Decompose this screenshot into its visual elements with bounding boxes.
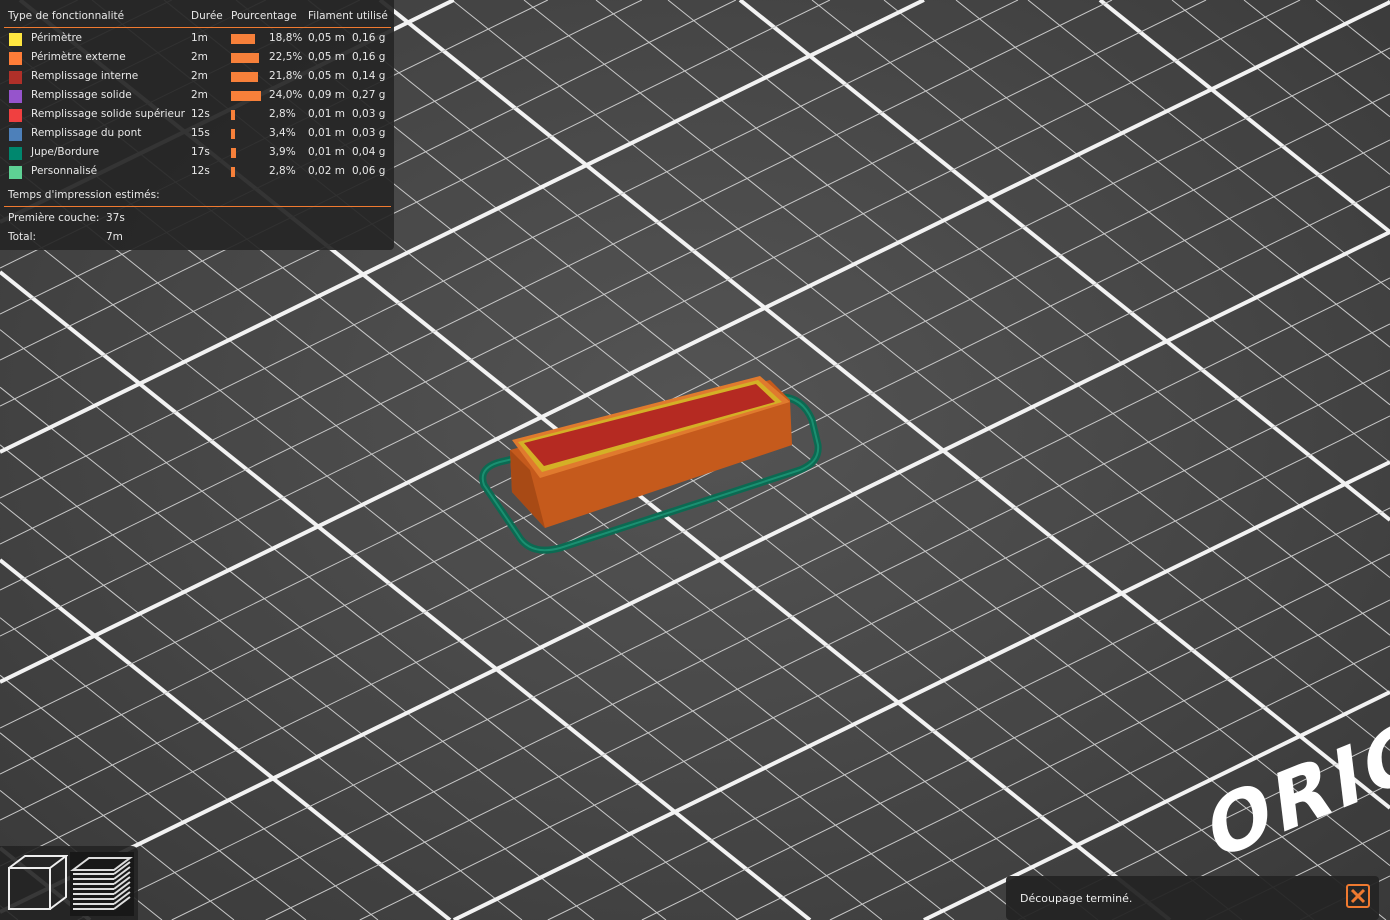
legend-row: Périmètre 1m 18,8% 0,05 m 0,16 g xyxy=(0,32,394,51)
layers-icon xyxy=(70,857,133,910)
legend-row: Remplissage solide 2m 24,0% 0,09 m 0,27 … xyxy=(0,89,394,108)
filament-length: 0,01 m xyxy=(308,146,345,158)
percentage: 18,8% xyxy=(269,32,303,44)
legend-row: Personnalisé 12s 2,8% 0,02 m 0,06 g xyxy=(0,165,394,184)
estimated-divider xyxy=(4,206,391,207)
feature-label: Périmètre externe xyxy=(31,51,126,63)
color-swatch xyxy=(9,52,22,65)
percentage: 2,8% xyxy=(269,165,296,177)
filament-weight: 0,03 g xyxy=(352,127,386,139)
percentage-bar xyxy=(231,167,235,177)
header-type: Type de fonctionnalité xyxy=(8,10,125,22)
close-notification-button[interactable] xyxy=(1346,884,1370,908)
filament-length: 0,05 m xyxy=(308,70,345,82)
feature-label: Périmètre xyxy=(31,32,83,44)
legend-row: Jupe/Bordure 17s 3,9% 0,01 m 0,04 g xyxy=(0,146,394,165)
feature-label: Remplissage solide xyxy=(31,89,132,101)
color-swatch xyxy=(9,166,22,179)
notification-toast: Découpage terminé. xyxy=(1006,876,1379,920)
header-duration: Durée xyxy=(191,10,223,22)
color-swatch xyxy=(9,33,22,46)
color-swatch xyxy=(9,147,22,160)
duration: 12s xyxy=(191,108,210,120)
filament-length: 0,09 m xyxy=(308,89,345,101)
filament-length: 0,01 m xyxy=(308,108,345,120)
percentage-bar xyxy=(231,148,236,158)
filament-weight: 0,04 g xyxy=(352,146,386,158)
first-layer-label: Première couche: xyxy=(8,212,100,224)
percentage: 21,8% xyxy=(269,70,303,82)
duration: 2m xyxy=(191,89,208,101)
header-percentage: Pourcentage xyxy=(231,10,297,22)
filament-weight: 0,03 g xyxy=(352,108,386,120)
percentage: 22,5% xyxy=(269,51,303,63)
view-toggle-bar xyxy=(0,846,138,920)
total-value: 7m xyxy=(106,231,123,243)
duration: 12s xyxy=(191,165,210,177)
header-filament: Filament utilisé xyxy=(308,10,388,22)
percentage-bar xyxy=(231,72,259,82)
duration: 1m xyxy=(191,32,208,44)
percentage: 2,8% xyxy=(269,108,296,120)
feature-label: Personnalisé xyxy=(31,165,98,177)
notification-message: Découpage terminé. xyxy=(1020,892,1133,905)
feature-label: Remplissage solide supérieur xyxy=(31,108,185,120)
color-swatch xyxy=(9,90,22,103)
percentage-bar xyxy=(231,53,260,63)
feature-label: Jupe/Bordure xyxy=(31,146,100,158)
first-layer-value: 37s xyxy=(106,212,125,224)
filament-weight: 0,06 g xyxy=(352,165,386,177)
estimated-times-title: Temps d'impression estimés: xyxy=(8,189,160,201)
percentage-bar xyxy=(231,129,236,139)
color-swatch xyxy=(9,71,22,84)
percentage-bar xyxy=(231,110,235,120)
filament-weight: 0,16 g xyxy=(352,51,386,63)
filament-length: 0,05 m xyxy=(308,32,345,44)
total-label: Total: xyxy=(8,231,37,243)
duration: 2m xyxy=(191,51,208,63)
duration: 17s xyxy=(191,146,210,158)
filament-weight: 0,14 g xyxy=(352,70,386,82)
feature-label: Remplissage interne xyxy=(31,70,139,82)
legend-row: Remplissage interne 2m 21,8% 0,05 m 0,14… xyxy=(0,70,394,89)
percentage-bar xyxy=(231,34,255,44)
duration: 15s xyxy=(191,127,210,139)
duration: 2m xyxy=(191,70,208,82)
legend-panel: Type de fonctionnalité Durée Pourcentage… xyxy=(0,0,394,250)
legend-row: Remplissage solide supérieur 12s 2,8% 0,… xyxy=(0,108,394,127)
close-icon xyxy=(1350,888,1366,904)
header-divider xyxy=(4,27,391,28)
filament-length: 0,01 m xyxy=(308,127,345,139)
percentage: 3,9% xyxy=(269,146,296,158)
3d-view-button[interactable] xyxy=(6,854,68,916)
cube-icon xyxy=(8,855,68,910)
filament-weight: 0,27 g xyxy=(352,89,386,101)
filament-length: 0,02 m xyxy=(308,165,345,177)
color-swatch xyxy=(9,128,22,141)
filament-weight: 0,16 g xyxy=(352,32,386,44)
feature-label: Remplissage du pont xyxy=(31,127,142,139)
filament-length: 0,05 m xyxy=(308,51,345,63)
color-swatch xyxy=(9,109,22,122)
legend-row: Périmètre externe 2m 22,5% 0,05 m 0,16 g xyxy=(0,51,394,70)
legend-row: Remplissage du pont 15s 3,4% 0,01 m 0,03… xyxy=(0,127,394,146)
percentage-bar xyxy=(231,91,261,101)
percentage: 3,4% xyxy=(269,127,296,139)
percentage: 24,0% xyxy=(269,89,303,101)
preview-view-button[interactable] xyxy=(70,852,134,916)
